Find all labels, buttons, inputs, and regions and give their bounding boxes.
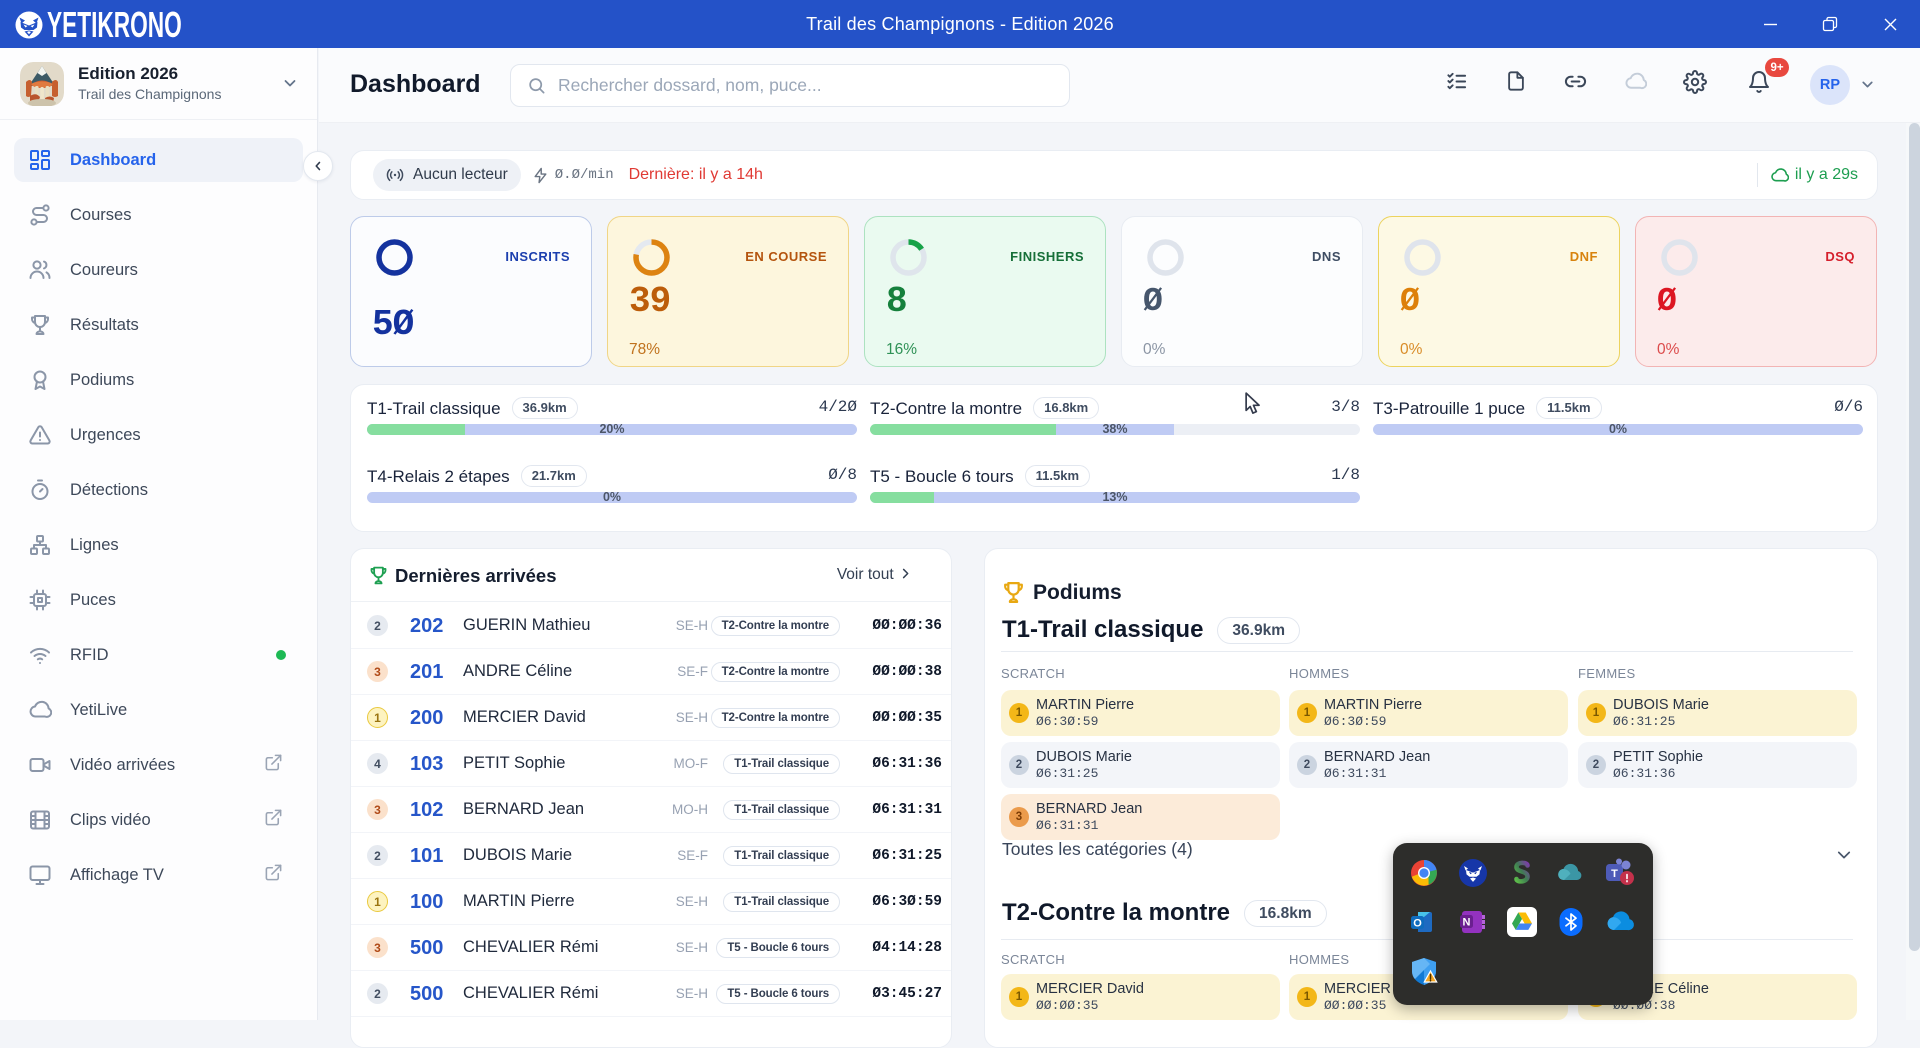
svg-text:N: N xyxy=(1463,917,1471,929)
svg-text:T: T xyxy=(1611,868,1618,880)
svg-text:O: O xyxy=(1413,918,1422,930)
